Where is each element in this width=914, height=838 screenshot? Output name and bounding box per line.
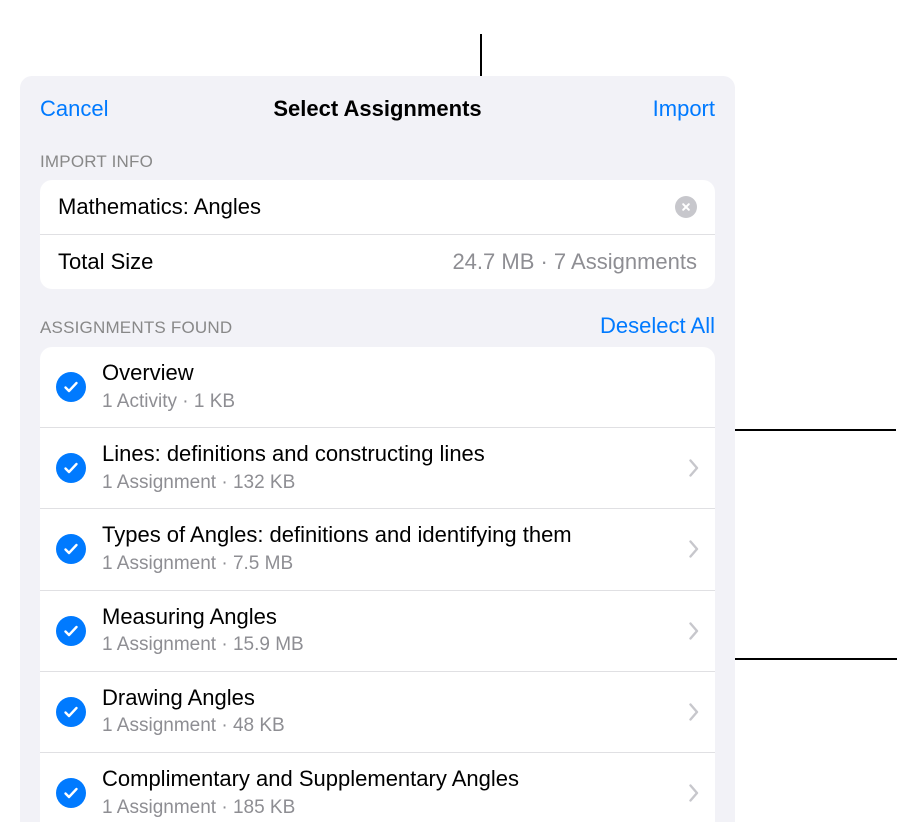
assignment-text: Measuring Angles 1 Assignment · 15.9 MB [102, 603, 673, 659]
chevron-right-icon[interactable] [689, 784, 699, 802]
assignment-text: Drawing Angles 1 Assignment · 48 KB [102, 684, 673, 740]
assignment-row[interactable]: Measuring Angles 1 Assignment · 15.9 MB [40, 590, 715, 671]
assignment-subtitle: 1 Assignment · 7.5 MB [102, 551, 673, 578]
clear-text-icon[interactable] [675, 196, 697, 218]
chevron-right-icon[interactable] [689, 622, 699, 640]
cancel-button[interactable]: Cancel [40, 96, 108, 122]
assignment-text: Types of Angles: definitions and identif… [102, 521, 673, 577]
assignment-title: Drawing Angles [102, 684, 673, 713]
assignment-subtitle: 1 Activity · 1 KB [102, 389, 699, 416]
checkmark-icon[interactable] [56, 616, 86, 646]
chevron-right-icon[interactable] [689, 540, 699, 558]
chevron-right-icon[interactable] [689, 703, 699, 721]
deselect-all-button[interactable]: Deselect All [600, 313, 715, 339]
total-size-row: Total Size 24.7 MB · 7 Assignments [40, 234, 715, 289]
chevron-right-icon[interactable] [689, 459, 699, 477]
assignment-row[interactable]: Drawing Angles 1 Assignment · 48 KB [40, 671, 715, 752]
total-size-label: Total Size [58, 249, 153, 275]
assignment-row[interactable]: Complimentary and Supplementary Angles 1… [40, 752, 715, 822]
assignment-row[interactable]: Overview 1 Activity · 1 KB [40, 347, 715, 427]
checkmark-icon[interactable] [56, 697, 86, 727]
section-label: IMPORT INFO [40, 152, 153, 172]
import-name-value: Mathematics: Angles [58, 194, 261, 220]
assignments-found-header: ASSIGNMENTS FOUND Deselect All [20, 313, 735, 347]
assignment-subtitle: 1 Assignment · 132 KB [102, 470, 673, 497]
assignment-subtitle: 1 Assignment · 48 KB [102, 713, 673, 740]
assignment-title: Overview [102, 359, 699, 388]
checkmark-icon[interactable] [56, 778, 86, 808]
assignment-title: Complimentary and Supplementary Angles [102, 765, 673, 794]
import-info-card: Mathematics: Angles Total Size 24.7 MB ·… [40, 180, 715, 289]
assignment-title: Lines: definitions and constructing line… [102, 440, 673, 469]
assignment-row[interactable]: Lines: definitions and constructing line… [40, 427, 715, 508]
section-label: ASSIGNMENTS FOUND [40, 318, 232, 338]
checkmark-icon[interactable] [56, 372, 86, 402]
assignment-text: Overview 1 Activity · 1 KB [102, 359, 699, 415]
import-info-header: IMPORT INFO [20, 152, 735, 180]
import-button[interactable]: Import [653, 96, 715, 122]
import-name-row[interactable]: Mathematics: Angles [40, 180, 715, 234]
assignment-title: Types of Angles: definitions and identif… [102, 521, 673, 550]
assignment-subtitle: 1 Assignment · 15.9 MB [102, 632, 673, 659]
assignments-list: Overview 1 Activity · 1 KB Lines: defini… [40, 347, 715, 822]
modal-header: Cancel Select Assignments Import [20, 76, 735, 136]
assignment-text: Complimentary and Supplementary Angles 1… [102, 765, 673, 821]
checkmark-icon[interactable] [56, 534, 86, 564]
assignment-subtitle: 1 Assignment · 185 KB [102, 795, 673, 822]
total-size-value: 24.7 MB · 7 Assignments [452, 249, 697, 275]
checkmark-icon[interactable] [56, 453, 86, 483]
select-assignments-modal: Cancel Select Assignments Import IMPORT … [20, 76, 735, 822]
modal-title: Select Assignments [273, 96, 481, 122]
assignment-text: Lines: definitions and constructing line… [102, 440, 673, 496]
assignment-title: Measuring Angles [102, 603, 673, 632]
assignment-row[interactable]: Types of Angles: definitions and identif… [40, 508, 715, 589]
